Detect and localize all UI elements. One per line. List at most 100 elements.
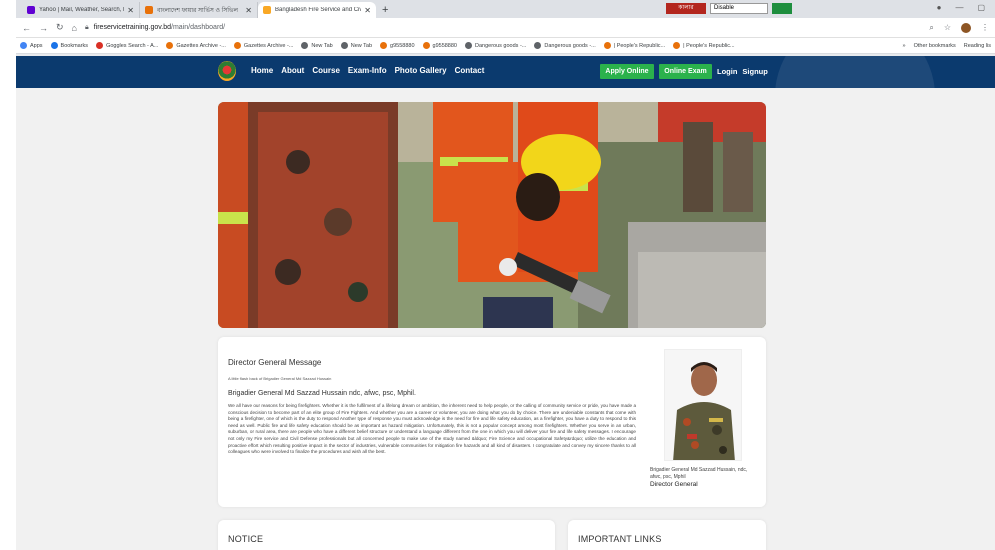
address-bar-row: ← → ↻ ⌂ 🔒︎ fireservicetraining.gov.bd/ma… [16,18,995,38]
bookmark-item[interactable]: Dangerous goods -... [534,42,596,49]
maximize-icon[interactable]: ▢ [977,3,985,12]
bookmark-favicon-icon [166,42,174,49]
reading-list[interactable]: Reading lis [964,43,991,49]
new-tab-button[interactable]: + [376,4,394,18]
important-links-card: IMPORTANT LINKS [568,520,766,550]
close-tab-icon[interactable]: ✕ [364,6,371,15]
minimize-icon[interactable]: — [955,3,963,12]
online-exam-button[interactable]: Online Exam [659,64,712,79]
signup-link[interactable]: Signup [742,67,767,76]
tab-bangladesh-fire-service[interactable]: Bangladesh Fire Service and Civil ✕ [258,2,376,18]
window-controls: ● — ▢ [937,3,985,12]
menu-contact[interactable]: Contact [455,66,485,75]
home-icon[interactable]: ⌂ [72,23,77,33]
login-link[interactable]: Login [717,67,737,76]
fire-service-favicon-icon [263,6,271,14]
bookmarks-right: » Other bookmarks Reading lis [903,43,991,49]
url-host: fireservicetraining.gov.bd [93,24,172,31]
bookmark-label: Dangerous goods -... [544,42,596,49]
extension-green-button[interactable] [772,3,792,14]
bookmark-item[interactable]: Bookmarks [50,42,88,49]
header-decoration [775,56,935,88]
bookmark-label: New Tab [311,42,333,49]
lock-icon[interactable]: 🔒︎ [85,24,89,32]
bookmark-favicon-icon [50,42,58,49]
bookmark-favicon-icon [233,42,241,49]
site-header: Home About Course Exam-Info Photo Galler… [16,56,995,88]
important-links-title: IMPORTANT LINKS [578,534,662,544]
hero-photo [218,102,766,328]
star-icon[interactable]: ☆ [944,23,951,32]
bookmark-item[interactable]: Dangerous goods -... [465,42,526,49]
yahoo-favicon-icon [27,6,35,14]
forward-arrow-icon[interactable]: → [39,23,48,33]
auth-links: Login Signup [717,67,768,76]
bookmark-label: Gazettes Archive -... [243,42,294,49]
tab-title: Yahoo | Mail, Weather, Search, P... [39,7,125,13]
fire-service-favicon-icon [145,6,153,14]
menu-exam-info[interactable]: Exam-Info [348,66,387,75]
address-bar-actions: ⌕ ☆ ⋮ [929,22,989,33]
zoom-icon[interactable]: ⌕ [929,23,933,33]
bookmark-label: New Tab [350,42,373,49]
tab-title: Bangladesh Fire Service and Civil [275,7,362,13]
bookmark-label: Goggles Search - A... [106,42,159,49]
bookmark-label: Dangerous goods -... [475,42,527,49]
bookmark-item[interactable]: Gazettes Archive -... [166,42,226,49]
bookmark-item[interactable]: Gazettes Archive -... [233,42,294,49]
bookmark-item[interactable]: New Tab [301,42,333,49]
avatar[interactable] [961,22,971,33]
bookmark-favicon-icon [340,42,348,49]
close-tab-icon[interactable]: ✕ [245,6,252,15]
bookmark-favicon-icon [673,42,681,49]
kebab-menu-icon[interactable]: ⋮ [981,23,989,32]
bookmark-item[interactable]: g9558880 [422,42,457,49]
bookmark-favicon-icon [465,42,472,49]
bookmark-item[interactable]: New Tab [340,42,373,49]
bookmark-item[interactable]: | People's Republic... [673,42,735,49]
tab-yahoo[interactable]: Yahoo | Mail, Weather, Search, P... ✕ [22,2,140,18]
menu-about[interactable]: About [281,66,304,75]
profile-circle-icon[interactable]: ● [937,3,942,12]
chevron-right-icon[interactable]: » [903,43,906,49]
reload-icon[interactable]: ↻ [56,22,64,33]
close-tab-icon[interactable]: ✕ [127,6,134,15]
notice-card: NOTICE [218,520,555,550]
bookmark-item[interactable]: Apps [20,42,43,49]
hero-image-firefighters [218,102,766,328]
dg-photo-caption: Brigadier General Md Sazzad Hussain, ndc… [650,467,760,488]
director-general-photo [664,349,742,461]
bookmark-item[interactable]: | People's Republic... [603,42,665,49]
extension-red-button[interactable]: কালার [666,3,706,14]
bookmark-favicon-icon [534,42,542,49]
tab-bangla-fire-service[interactable]: বাংলাদেশ ফায়ার সার্ভিস ও সিভিল ✕ [140,2,258,18]
bookmark-label: Apps [30,42,43,49]
url-field[interactable]: 🔒︎ fireservicetraining.gov.bd/main/dashb… [85,21,921,35]
director-general-message-card: Director General Message A little flash … [218,337,766,507]
notice-title: NOTICE [228,534,264,544]
bookmark-item[interactable]: Goggles Search - A... [96,42,158,49]
menu-home[interactable]: Home [251,66,273,75]
dg-message-subheading: A little flash back of Brigadier General… [228,376,332,381]
extension-toolbar: কালার Disable [666,3,792,14]
browser-window: Yahoo | Mail, Weather, Search, P... ✕ বা… [16,0,995,550]
extension-select[interactable]: Disable [710,3,768,14]
tab-title: বাংলাদেশ ফায়ার সার্ভিস ও সিভিল [157,7,238,14]
dg-caption-name: Brigadier General Md Sazzad Hussain, ndc… [650,467,748,480]
web-page: Home About Course Exam-Info Photo Galler… [16,56,995,550]
fire-service-logo-icon[interactable] [218,61,236,81]
menu-photo-gallery[interactable]: Photo Gallery [395,66,447,75]
url-path: /main/dashboard/ [171,24,226,31]
bookmark-favicon-icon [422,42,430,49]
bookmark-favicon-icon [20,42,27,49]
bookmark-label: g9558880 [390,42,415,49]
menu-course[interactable]: Course [312,66,340,75]
bookmark-item[interactable]: g9558880 [380,42,415,49]
back-arrow-icon[interactable]: ← [22,23,31,33]
bookmark-label: | People's Republic... [683,42,735,49]
dg-portrait [665,350,741,460]
apply-online-button[interactable]: Apply Online [600,64,654,79]
other-bookmarks[interactable]: Other bookmarks [914,43,956,49]
dg-message-heading: Director General Message [228,358,322,367]
main-menu: Home About Course Exam-Info Photo Galler… [251,66,484,75]
